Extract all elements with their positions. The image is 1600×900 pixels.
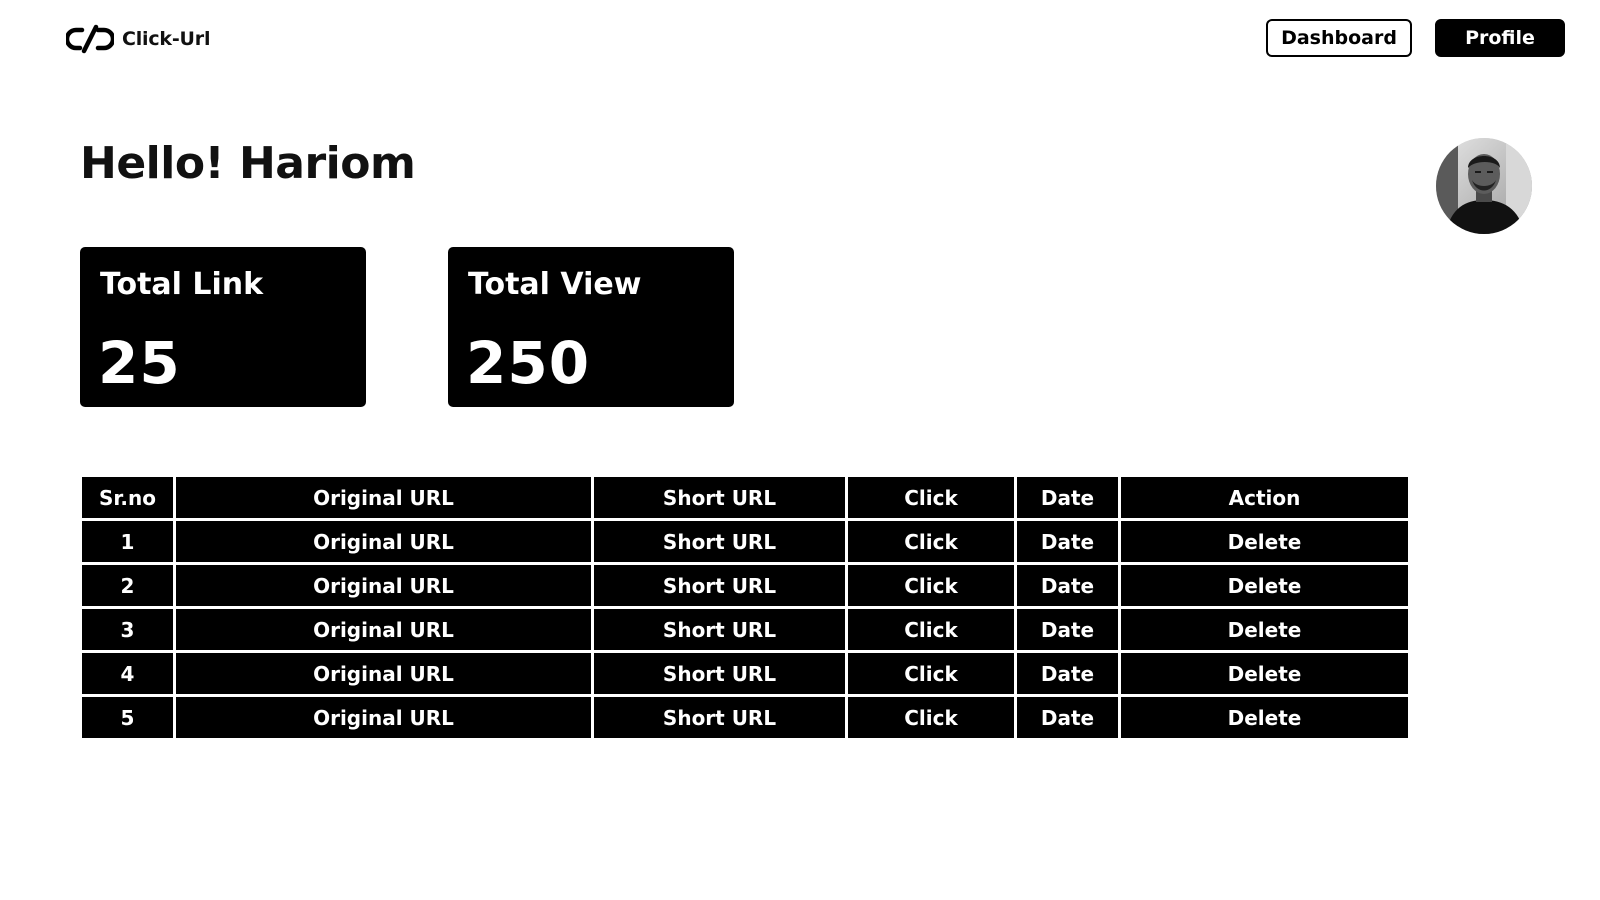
total-view-label: Total View [468,267,642,302]
cell-original-url[interactable]: Original URL [176,521,591,562]
cell-original-url[interactable]: Original URL [176,565,591,606]
cell-date: Date [1017,609,1118,650]
delete-button[interactable]: Delete [1121,653,1408,694]
header-action: Action [1121,477,1408,518]
cell-sr-no: 5 [82,697,173,738]
cell-click: Click [848,653,1014,694]
header-original-url: Original URL [176,477,591,518]
header-click: Click [848,477,1014,518]
cell-original-url[interactable]: Original URL [176,697,591,738]
cell-sr-no: 3 [82,609,173,650]
cell-click: Click [848,565,1014,606]
cell-click: Click [848,521,1014,562]
header-date: Date [1017,477,1118,518]
cell-sr-no: 2 [82,565,173,606]
table-row: 4 Original URL Short URL Click Date Dele… [82,653,1408,694]
brand-name: Click-Url [122,28,211,50]
dashboard-button[interactable]: Dashboard [1266,19,1412,57]
greeting-title: Hello! Hariom [80,138,416,189]
cell-sr-no: 4 [82,653,173,694]
table-header-row: Sr.no Original URL Short URL Click Date … [82,477,1408,518]
cell-click: Click [848,697,1014,738]
cell-original-url[interactable]: Original URL [176,609,591,650]
delete-button[interactable]: Delete [1121,609,1408,650]
cell-date: Date [1017,697,1118,738]
cell-date: Date [1017,565,1118,606]
cell-short-url[interactable]: Short URL [594,521,845,562]
table-row: 2 Original URL Short URL Click Date Dele… [82,565,1408,606]
delete-button[interactable]: Delete [1121,565,1408,606]
table-row: 5 Original URL Short URL Click Date Dele… [82,697,1408,738]
cell-sr-no: 1 [82,521,173,562]
total-link-label: Total Link [100,267,264,302]
profile-button[interactable]: Profile [1435,19,1565,57]
cell-short-url[interactable]: Short URL [594,565,845,606]
cell-short-url[interactable]: Short URL [594,609,845,650]
table-row: 1 Original URL Short URL Click Date Dele… [82,521,1408,562]
cell-date: Date [1017,521,1118,562]
cell-date: Date [1017,653,1118,694]
cell-short-url[interactable]: Short URL [594,653,845,694]
header-sr-no: Sr.no [82,477,173,518]
total-view-value: 250 [466,329,591,397]
cell-click: Click [848,609,1014,650]
total-link-value: 25 [98,329,181,397]
total-link-card: Total Link 25 [80,247,366,407]
table-row: 3 Original URL Short URL Click Date Dele… [82,609,1408,650]
link-icon [66,24,114,54]
url-table: Sr.no Original URL Short URL Click Date … [82,477,1408,738]
delete-button[interactable]: Delete [1121,697,1408,738]
cell-short-url[interactable]: Short URL [594,697,845,738]
avatar[interactable] [1436,138,1532,234]
header-short-url: Short URL [594,477,845,518]
brand-logo[interactable]: Click-Url [66,22,210,56]
total-view-card: Total View 250 [448,247,734,407]
delete-button[interactable]: Delete [1121,521,1408,562]
cell-original-url[interactable]: Original URL [176,653,591,694]
avatar-photo [1436,138,1532,234]
